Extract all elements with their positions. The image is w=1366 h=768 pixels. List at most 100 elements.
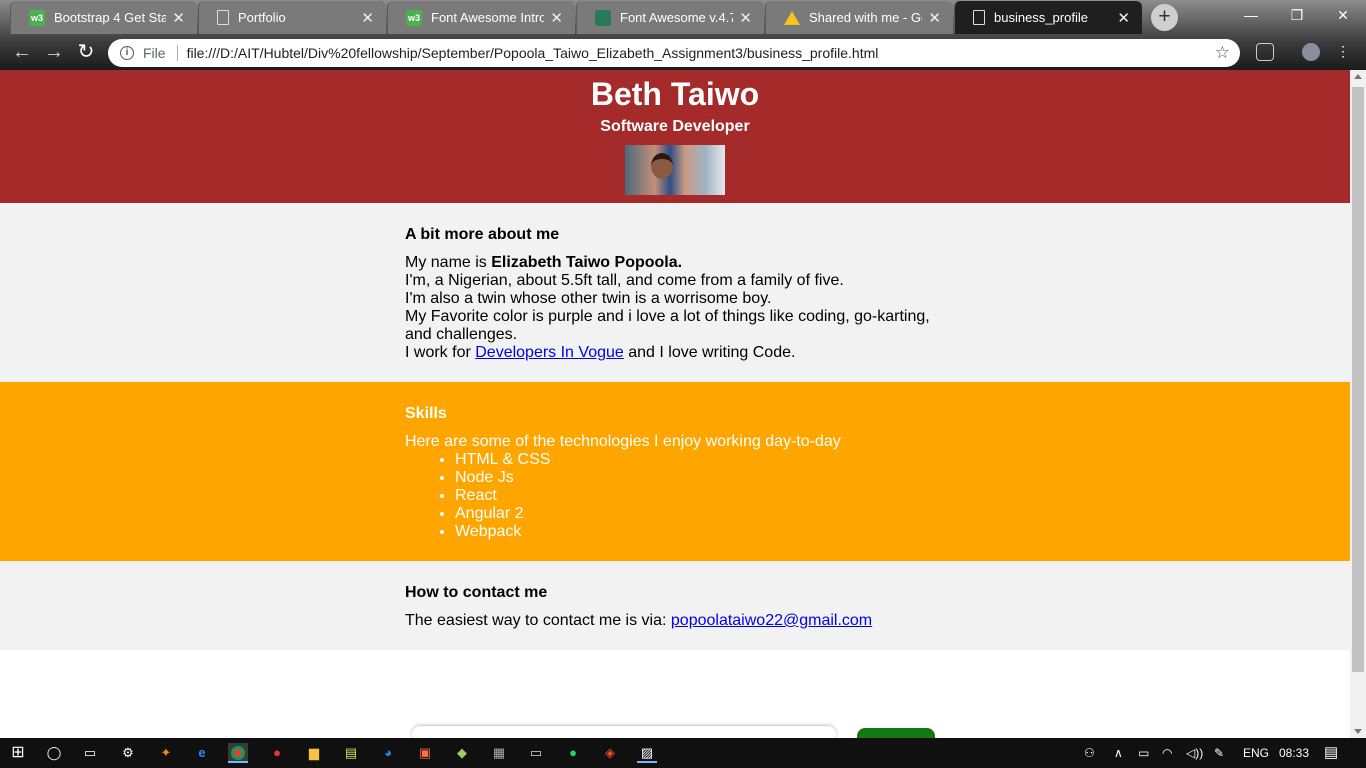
firefox-icon[interactable]: ◕	[378, 743, 398, 763]
document-icon	[973, 10, 985, 25]
close-icon[interactable]: ✕	[928, 9, 941, 27]
wifi-icon[interactable]: ◠	[1162, 738, 1172, 768]
tab-font-awesome-470[interactable]: Font Awesome v.4.7.0 | ✕	[576, 1, 764, 34]
skills-heading: Skills	[405, 405, 447, 422]
page-viewport: Beth Taiwo Software Developer A bit more…	[0, 70, 1350, 738]
tab-font-awesome-intro[interactable]: w3 Font Awesome Intro ✕	[387, 1, 575, 34]
figma-icon[interactable]: ◈	[600, 743, 620, 763]
pen-icon[interactable]: ✎	[1214, 738, 1224, 768]
about-heading: A bit more about me	[405, 226, 560, 243]
battery-icon[interactable]: ▭	[1138, 738, 1149, 768]
contact-section: How to contact me The easiest way to con…	[0, 561, 1350, 650]
profile-header: Beth Taiwo Software Developer	[0, 70, 1350, 203]
tab-title: Font Awesome v.4.7.0 |	[620, 10, 734, 25]
tab-title: Bootstrap 4 Get Started	[54, 10, 167, 25]
about-intro-prefix: My name is	[405, 254, 492, 271]
language-indicator[interactable]: ENG	[1243, 738, 1269, 768]
tab-title: business_profile	[994, 10, 1088, 25]
bookmark-star-icon[interactable]: ☆	[1215, 43, 1230, 63]
minimize-button[interactable]: —	[1228, 0, 1274, 32]
font-awesome-icon	[595, 9, 611, 26]
email-link[interactable]: popoolataiwo22@gmail.com	[671, 612, 872, 629]
tab-portfolio[interactable]: Portfolio ✕	[198, 1, 386, 34]
scrollbar-thumb[interactable]	[1352, 87, 1364, 672]
address-bar[interactable]: i File file:///D:/AIT/Hubtel/Div%20fello…	[108, 39, 1240, 67]
skills-list: HTML & CSS Node Js React Angular 2 Webpa…	[405, 451, 1350, 541]
media-app-icon[interactable]: ●	[267, 743, 287, 763]
chrome-browser-icon[interactable]	[228, 743, 248, 763]
back-button[interactable]: ←	[10, 40, 34, 64]
skills-intro: Here are some of the technologies I enjo…	[405, 433, 841, 450]
menu-kebab-icon[interactable]: ⋮	[1336, 43, 1350, 61]
browser-toolbar: ← → ↻ i File file:///D:/AIT/Hubtel/Div%2…	[0, 34, 1366, 70]
w3schools-icon: w3	[29, 9, 45, 26]
extension-icon[interactable]	[1256, 43, 1274, 61]
skill-item: HTML & CSS	[455, 451, 1350, 469]
scroll-down-arrow-icon[interactable]	[1354, 729, 1362, 734]
tab-business-profile[interactable]: business_profile ✕	[954, 1, 1142, 34]
about-line-2: I'm also a twin whose other twin is a wo…	[405, 290, 772, 307]
notepad-icon[interactable]: ▤	[341, 743, 361, 763]
profile-photo-face	[651, 153, 673, 179]
volume-icon[interactable]: ◁))	[1186, 738, 1203, 768]
close-window-button[interactable]: ✕	[1320, 0, 1366, 32]
skill-item: Angular 2	[455, 505, 1350, 523]
skill-item: React	[455, 487, 1350, 505]
task-view-icon[interactable]: ▭	[80, 743, 100, 763]
skill-item: Node Js	[455, 469, 1350, 487]
document-icon	[217, 10, 229, 25]
edge-browser-icon[interactable]: e	[192, 743, 212, 763]
new-tab-button[interactable]: +	[1151, 4, 1178, 31]
w3schools-icon: w3	[406, 9, 422, 26]
terminal-icon[interactable]: ▭	[526, 743, 546, 763]
network-app-icon[interactable]: ▦	[489, 743, 509, 763]
about-line-3: My Favorite color is purple and i love a…	[405, 308, 930, 343]
settings-app-icon[interactable]: ⚙	[118, 743, 138, 763]
contact-heading: How to contact me	[405, 584, 548, 601]
xampp-icon[interactable]: ▣	[415, 743, 435, 763]
google-drive-icon	[784, 10, 800, 25]
tab-google-drive[interactable]: Shared with me - Goog ✕	[765, 1, 953, 34]
people-icon[interactable]: ⚇	[1084, 738, 1095, 768]
app-icon[interactable]: ✦	[156, 743, 176, 763]
tab-bootstrap[interactable]: w3 Bootstrap 4 Get Started ✕	[10, 1, 197, 34]
scroll-up-arrow-icon[interactable]	[1354, 74, 1362, 79]
vertical-scrollbar[interactable]	[1350, 70, 1366, 738]
contact-prefix: The easiest way to contact me is via:	[405, 612, 671, 629]
photos-icon[interactable]: ▨	[637, 743, 657, 763]
close-icon[interactable]: ✕	[550, 9, 563, 27]
profile-avatar-icon[interactable]	[1302, 43, 1320, 61]
windows-start-icon[interactable]: ⊞	[8, 743, 28, 763]
notifications-icon[interactable]: ▤	[1324, 738, 1338, 768]
restore-button[interactable]: ❐	[1274, 0, 1320, 32]
about-work-prefix: I work for	[405, 344, 476, 361]
url-text[interactable]: file:///D:/AIT/Hubtel/Div%20fellowship/S…	[187, 45, 1215, 61]
scheme-label: File	[143, 45, 166, 61]
close-icon[interactable]: ✕	[1117, 9, 1130, 27]
about-line-1: I'm, a Nigerian, about 5.5ft tall, and c…	[405, 272, 844, 289]
whatsapp-icon[interactable]: ●	[563, 743, 583, 763]
app-icon[interactable]: ◆	[452, 743, 472, 763]
close-icon[interactable]: ✕	[739, 9, 752, 27]
about-section: A bit more about me My name is Elizabeth…	[0, 203, 1350, 382]
about-text: My name is Elizabeth Taiwo Popoola. I'm,…	[405, 254, 935, 362]
browser-window-frame: w3 Bootstrap 4 Get Started ✕ Portfolio ✕…	[0, 0, 1366, 70]
tab-title: Shared with me - Goog	[809, 10, 922, 25]
info-icon[interactable]: i	[120, 46, 134, 60]
divider	[176, 45, 178, 61]
employer-link[interactable]: Developers In Vogue	[475, 344, 624, 361]
profile-role: Software Developer	[600, 118, 750, 135]
search-circle-icon[interactable]: ◯	[44, 743, 64, 763]
clock[interactable]: 08:33	[1279, 738, 1309, 768]
tab-title: Portfolio	[238, 10, 286, 25]
forward-button[interactable]: →	[42, 40, 66, 64]
chevron-up-icon[interactable]: ∧	[1114, 738, 1123, 768]
close-icon[interactable]: ✕	[172, 9, 185, 27]
tab-title: Font Awesome Intro	[431, 10, 545, 25]
skill-item: Webpack	[455, 523, 1350, 541]
about-full-name: Elizabeth Taiwo Popoola.	[491, 254, 683, 271]
file-explorer-icon[interactable]: ▆	[304, 743, 324, 763]
reload-button[interactable]: ↻	[74, 40, 98, 64]
contact-text: The easiest way to contact me is via: po…	[405, 612, 1350, 630]
close-icon[interactable]: ✕	[361, 9, 374, 27]
